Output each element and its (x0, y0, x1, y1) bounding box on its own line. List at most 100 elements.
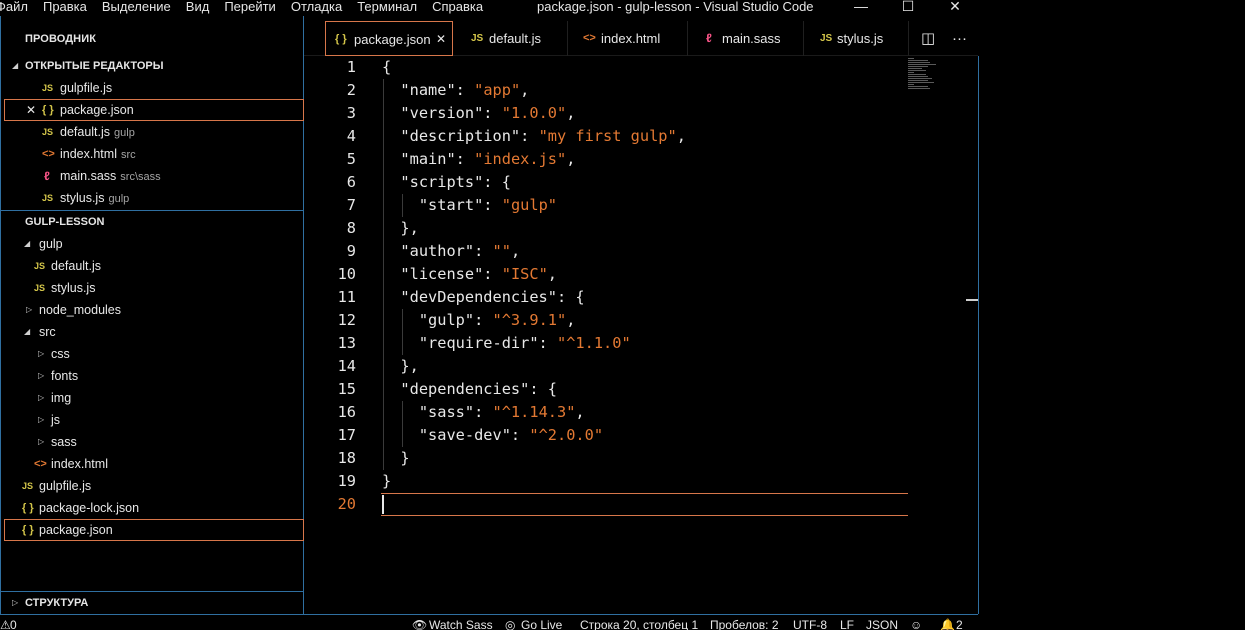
close-window-button[interactable]: ✕ (945, 0, 965, 14)
open-editors-title: ОТКРЫТЫЕ РЕДАКТОРЫ (25, 60, 164, 72)
open-editor-name: package.json (60, 103, 134, 117)
tree-file[interactable]: { } package-lock.json (4, 497, 304, 519)
tree-folder[interactable]: ▷ js (4, 409, 304, 431)
more-actions-icon[interactable]: ··· (952, 21, 967, 56)
open-editors-header[interactable]: ◢ ОТКРЫТЫЕ РЕДАКТОРЫ (1, 55, 304, 77)
minimize-button[interactable]: — (851, 0, 871, 14)
code-line: }, (382, 217, 418, 240)
split-editor-icon[interactable]: ◫ (921, 21, 935, 56)
line-number: 19 (337, 472, 356, 490)
tree-item-label: index.html (51, 457, 108, 471)
tree-folder-gulp[interactable]: ◢ gulp (4, 233, 304, 255)
tree-folder-src[interactable]: ◢ src (4, 321, 304, 343)
minimap[interactable] (908, 58, 938, 98)
line-number: 9 (346, 242, 356, 260)
problems-count[interactable]: 0 (10, 617, 17, 630)
menu-terminal[interactable]: Терминал (357, 0, 417, 15)
tree-folder[interactable]: ▷ img (4, 387, 304, 409)
feedback-icon[interactable]: ☺ (910, 617, 922, 630)
tab-stylus-js[interactable]: JS stylus.js (804, 21, 909, 56)
project-header[interactable]: GULP-LESSON (1, 211, 304, 233)
tab-main-sass[interactable]: ℓ main.sass (688, 21, 804, 56)
cursor-position[interactable]: Строка 20, столбец 1 (580, 617, 698, 630)
line-number: 11 (337, 288, 356, 306)
tree-file[interactable]: JS default.js (4, 255, 304, 277)
open-editor-name: gulpfile.js (60, 81, 113, 95)
close-editor-icon[interactable]: ✕ (26, 99, 36, 121)
code-token: , (566, 104, 576, 122)
tree-folder[interactable]: ▷ fonts (4, 365, 304, 387)
code-token: "devDependencies": { (382, 288, 585, 306)
code-line: "gulp": "^3.9.1", (382, 309, 576, 332)
tab-index-html[interactable]: <> index.html (568, 21, 688, 56)
open-editor-item[interactable]: JS stylus.js gulp (4, 187, 304, 209)
tree-item-label: package.json (39, 523, 113, 537)
language-mode[interactable]: JSON (866, 617, 898, 630)
window-title: package.json - gulp-lesson - Visual Stud… (537, 0, 814, 14)
menu-bar: Файл Правка Выделение Вид Перейти Отладк… (0, 0, 498, 15)
chevron-right-icon: ▷ (38, 349, 45, 358)
line-number: 16 (337, 403, 356, 421)
menu-debug[interactable]: Отладка (291, 0, 342, 15)
code-string: "1.0.0" (501, 104, 567, 122)
code-token: "main": (382, 150, 475, 168)
tab-package-json[interactable]: { } package.json ✕ (325, 21, 453, 56)
json-file-icon: { } (335, 33, 347, 45)
code-token: , (510, 242, 521, 260)
indentation[interactable]: Пробелов: 2 (710, 617, 779, 630)
close-icon[interactable]: ✕ (436, 22, 446, 57)
open-editor-item[interactable]: JS gulpfile.js (4, 77, 304, 99)
js-file-icon: JS (820, 33, 833, 44)
title-bar: Файл Правка Выделение Вид Перейти Отладк… (0, 0, 978, 16)
bell-icon[interactable]: 🔔 (940, 617, 955, 630)
code-line: "version": "1.0.0", (382, 102, 575, 125)
tree-file[interactable]: JS gulpfile.js (4, 475, 304, 497)
line-number: 13 (337, 334, 356, 352)
menu-view[interactable]: Вид (186, 0, 210, 15)
scrollbar-position-marker[interactable] (966, 299, 978, 301)
menu-help[interactable]: Справка (432, 0, 483, 15)
menu-go[interactable]: Перейти (224, 0, 276, 15)
code-string: "gulp" (501, 196, 557, 214)
tree-file[interactable]: JS stylus.js (4, 277, 304, 299)
open-editor-item[interactable]: <> index.html src (4, 143, 304, 165)
tree-folder[interactable]: ▷ css (4, 343, 304, 365)
tree-folder[interactable]: ▷ sass (4, 431, 304, 453)
code-token: "scripts": { (382, 173, 511, 191)
tree-file-selected[interactable]: { } package.json (4, 519, 304, 541)
tab-label: main.sass (722, 31, 781, 46)
chevron-right-icon: ▷ (12, 598, 19, 607)
current-line-highlight (381, 493, 908, 516)
line-number: 8 (346, 219, 356, 237)
go-live-button[interactable]: Go Live (521, 617, 562, 630)
js-file-icon: JS (471, 33, 484, 44)
code-editor[interactable]: 1 2 3 4 5 6 7 8 9 10 11 12 13 14 15 16 17 18 19 20 { "name"… (304, 56, 979, 614)
chevron-right-icon: ▷ (26, 305, 33, 314)
code-token: "require-dir": (382, 334, 557, 352)
notifications-count[interactable]: 2 (956, 617, 963, 630)
code-line: "scripts": { (382, 171, 511, 194)
line-number: 18 (337, 449, 356, 467)
outline-header[interactable]: ▷ СТРУКТУРА (1, 592, 304, 614)
tree-item-label: sass (51, 435, 77, 449)
tab-default-js[interactable]: JS default.js (453, 21, 568, 56)
tree-folder-node-modules[interactable]: ▷ node_modules (4, 299, 304, 321)
tree-item-label: default.js (51, 259, 102, 273)
open-editor-item[interactable]: ℓ main.sass src\sass (4, 165, 304, 187)
eye-icon: 👁 (412, 618, 428, 630)
open-editor-item[interactable]: JS default.js gulp (4, 121, 304, 143)
html-file-icon: <> (34, 458, 47, 470)
menu-selection[interactable]: Выделение (102, 0, 171, 15)
menu-file[interactable]: Файл (0, 0, 28, 15)
code-line: "sass": "^1.14.3", (382, 401, 585, 424)
watch-sass-button[interactable]: Watch Sass (429, 617, 493, 630)
encoding[interactable]: UTF-8 (793, 617, 827, 630)
code-token: , (676, 127, 686, 145)
line-ending[interactable]: LF (840, 617, 854, 630)
open-editor-item-active[interactable]: ✕ { } package.json (4, 99, 304, 121)
chevron-right-icon: ▷ (38, 437, 45, 446)
menu-edit[interactable]: Правка (43, 0, 87, 15)
line-number: 4 (346, 127, 356, 145)
maximize-button[interactable]: ☐ (898, 0, 918, 14)
tree-file[interactable]: <> index.html (4, 453, 304, 475)
